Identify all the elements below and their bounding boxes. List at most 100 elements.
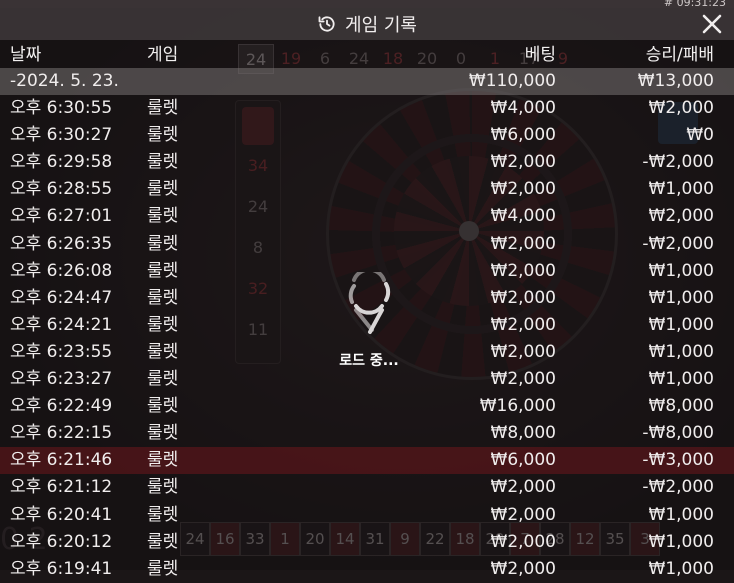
column-date: 날짜 <box>10 45 42 65</box>
row-result: -₩2,000 <box>642 152 714 173</box>
table-row-highlighted[interactable]: 오후 6:21:46 룰렛 ₩6,000 -₩3,000 <box>0 447 734 475</box>
row-bet: ₩2,000 <box>490 152 556 173</box>
row-result: -₩2,000 <box>642 477 714 498</box>
column-result: 승리/패배 <box>645 45 714 65</box>
summary-result: ₩13,000 <box>637 71 714 91</box>
row-result: ₩1,000 <box>648 314 714 335</box>
row-time: 오후 6:24:21 <box>10 314 113 335</box>
row-game: 룰렛 <box>147 125 179 146</box>
row-result: ₩1,000 <box>648 260 714 281</box>
row-bet: ₩2,000 <box>490 504 556 525</box>
row-game: 룰렛 <box>147 152 179 173</box>
row-time: 오후 6:20:12 <box>10 531 113 552</box>
table-row[interactable]: 오후 6:23:27 룰렛 ₩2,000 ₩1,000 <box>0 366 734 393</box>
row-game: 룰렛 <box>147 477 179 498</box>
row-game: 룰렛 <box>147 314 179 335</box>
row-result: ₩1,000 <box>648 531 714 552</box>
close-button[interactable] <box>700 12 724 36</box>
table-row[interactable]: 오후 6:28:55 룰렛 ₩2,000 ₩1,000 <box>0 176 734 203</box>
row-bet: ₩8,000 <box>490 423 556 444</box>
table-row[interactable]: 오후 6:30:55 룰렛 ₩4,000 ₩2,000 <box>0 95 734 122</box>
table-row[interactable]: 오후 6:29:58 룰렛 ₩2,000 -₩2,000 <box>0 149 734 176</box>
row-bet: ₩2,000 <box>490 341 556 362</box>
loading-text: 로드 중... <box>339 353 399 369</box>
row-result: ₩1,000 <box>648 504 714 525</box>
row-game: 룰렛 <box>147 450 179 471</box>
row-result: ₩1,000 <box>648 287 714 308</box>
row-time: 오후 6:29:58 <box>10 152 113 173</box>
row-bet: ₩2,000 <box>490 260 556 281</box>
row-time: 오후 6:30:55 <box>10 98 113 119</box>
row-game: 룰렛 <box>147 504 179 525</box>
row-bet: ₩6,000 <box>490 125 556 146</box>
row-bet: ₩6,000 <box>490 450 556 471</box>
row-bet: ₩2,000 <box>490 179 556 200</box>
row-bet: ₩2,000 <box>490 233 556 254</box>
row-game: 룰렛 <box>147 233 179 254</box>
table-row[interactable]: 오후 6:27:01 룰렛 ₩4,000 ₩2,000 <box>0 203 734 230</box>
row-result: ₩1,000 <box>648 558 714 579</box>
row-time: 오후 6:28:55 <box>10 179 113 200</box>
row-time: 오후 6:23:55 <box>10 341 113 362</box>
top-status-bar <box>0 0 734 8</box>
table-row[interactable]: 오후 6:22:15 룰렛 ₩8,000 -₩8,000 <box>0 420 734 447</box>
table-row[interactable]: 오후 6:26:35 룰렛 ₩2,000 -₩2,000 <box>0 231 734 258</box>
row-time: 오후 6:21:46 <box>10 450 113 471</box>
row-game: 룰렛 <box>147 341 179 362</box>
row-game: 룰렛 <box>147 287 179 308</box>
table-row[interactable]: 오후 6:21:12 룰렛 ₩2,000 -₩2,000 <box>0 474 734 501</box>
table-row[interactable]: 오후 6:19:41 룰렛 ₩2,000 ₩1,000 <box>0 556 734 583</box>
row-game: 룰렛 <box>147 98 179 119</box>
row-game: 룰렛 <box>147 206 179 227</box>
row-time: 오후 6:22:49 <box>10 396 113 417</box>
row-bet: ₩4,000 <box>490 206 556 227</box>
history-icon <box>317 14 337 34</box>
row-result: ₩1,000 <box>648 341 714 362</box>
column-bet: 베팅 <box>524 45 556 65</box>
row-result: -₩8,000 <box>642 423 714 444</box>
table-row[interactable]: 오후 6:20:41 룰렛 ₩2,000 ₩1,000 <box>0 502 734 529</box>
row-bet: ₩4,000 <box>490 98 556 119</box>
spinner-icon <box>348 267 391 334</box>
row-time: 오후 6:19:41 <box>10 558 113 579</box>
row-game: 룰렛 <box>147 558 179 579</box>
row-result: ₩2,000 <box>648 206 714 227</box>
row-bet: ₩2,000 <box>490 477 556 498</box>
row-time: 오후 6:22:15 <box>10 423 113 444</box>
day-summary-row[interactable]: -2024. 5. 23. ₩110,000 ₩13,000 <box>0 68 734 96</box>
row-time: 오후 6:23:27 <box>10 369 113 390</box>
table-row[interactable]: 오후 6:30:27 룰렛 ₩6,000 ₩0 <box>0 122 734 149</box>
row-bet: ₩16,000 <box>479 396 556 417</box>
loading-indicator: 로드 중... <box>332 267 406 370</box>
row-time: 오후 6:21:12 <box>10 477 113 498</box>
row-time: 오후 6:26:08 <box>10 260 113 281</box>
row-result: -₩3,000 <box>642 450 714 471</box>
row-game: 룰렛 <box>147 179 179 200</box>
row-bet: ₩2,000 <box>490 531 556 552</box>
summary-date: -2024. 5. 23. <box>10 71 119 91</box>
row-bet: ₩2,000 <box>490 558 556 579</box>
row-time: 오후 6:27:01 <box>10 206 113 227</box>
panel-header: 게임 기록 <box>0 8 734 40</box>
title-group: 게임 기록 <box>317 11 417 37</box>
row-result: ₩1,000 <box>648 179 714 200</box>
row-result: ₩0 <box>686 125 714 146</box>
row-result: ₩2,000 <box>648 98 714 119</box>
row-result: ₩1,000 <box>648 369 714 390</box>
row-game: 룰렛 <box>147 423 179 444</box>
row-result: -₩2,000 <box>642 233 714 254</box>
row-game: 룰렛 <box>147 396 179 417</box>
panel-title: 게임 기록 <box>345 15 417 36</box>
table-header: 날짜 게임 베팅 승리/패배 <box>0 40 734 68</box>
column-game: 게임 <box>147 45 179 65</box>
row-bet: ₩2,000 <box>490 369 556 390</box>
row-game: 룰렛 <box>147 260 179 281</box>
table-row[interactable]: 오후 6:20:12 룰렛 ₩2,000 ₩1,000 <box>0 529 734 556</box>
row-time: 오후 6:30:27 <box>10 125 113 146</box>
row-result: ₩8,000 <box>648 396 714 417</box>
row-game: 룰렛 <box>147 369 179 390</box>
row-time: 오후 6:26:35 <box>10 233 113 254</box>
table-row[interactable]: 오후 6:22:49 룰렛 ₩16,000 ₩8,000 <box>0 393 734 420</box>
close-icon <box>702 14 722 34</box>
game-history-panel: 게임 기록 날짜 게임 베팅 승리/패배 -2024. 5. 23. ₩110,… <box>0 8 734 579</box>
